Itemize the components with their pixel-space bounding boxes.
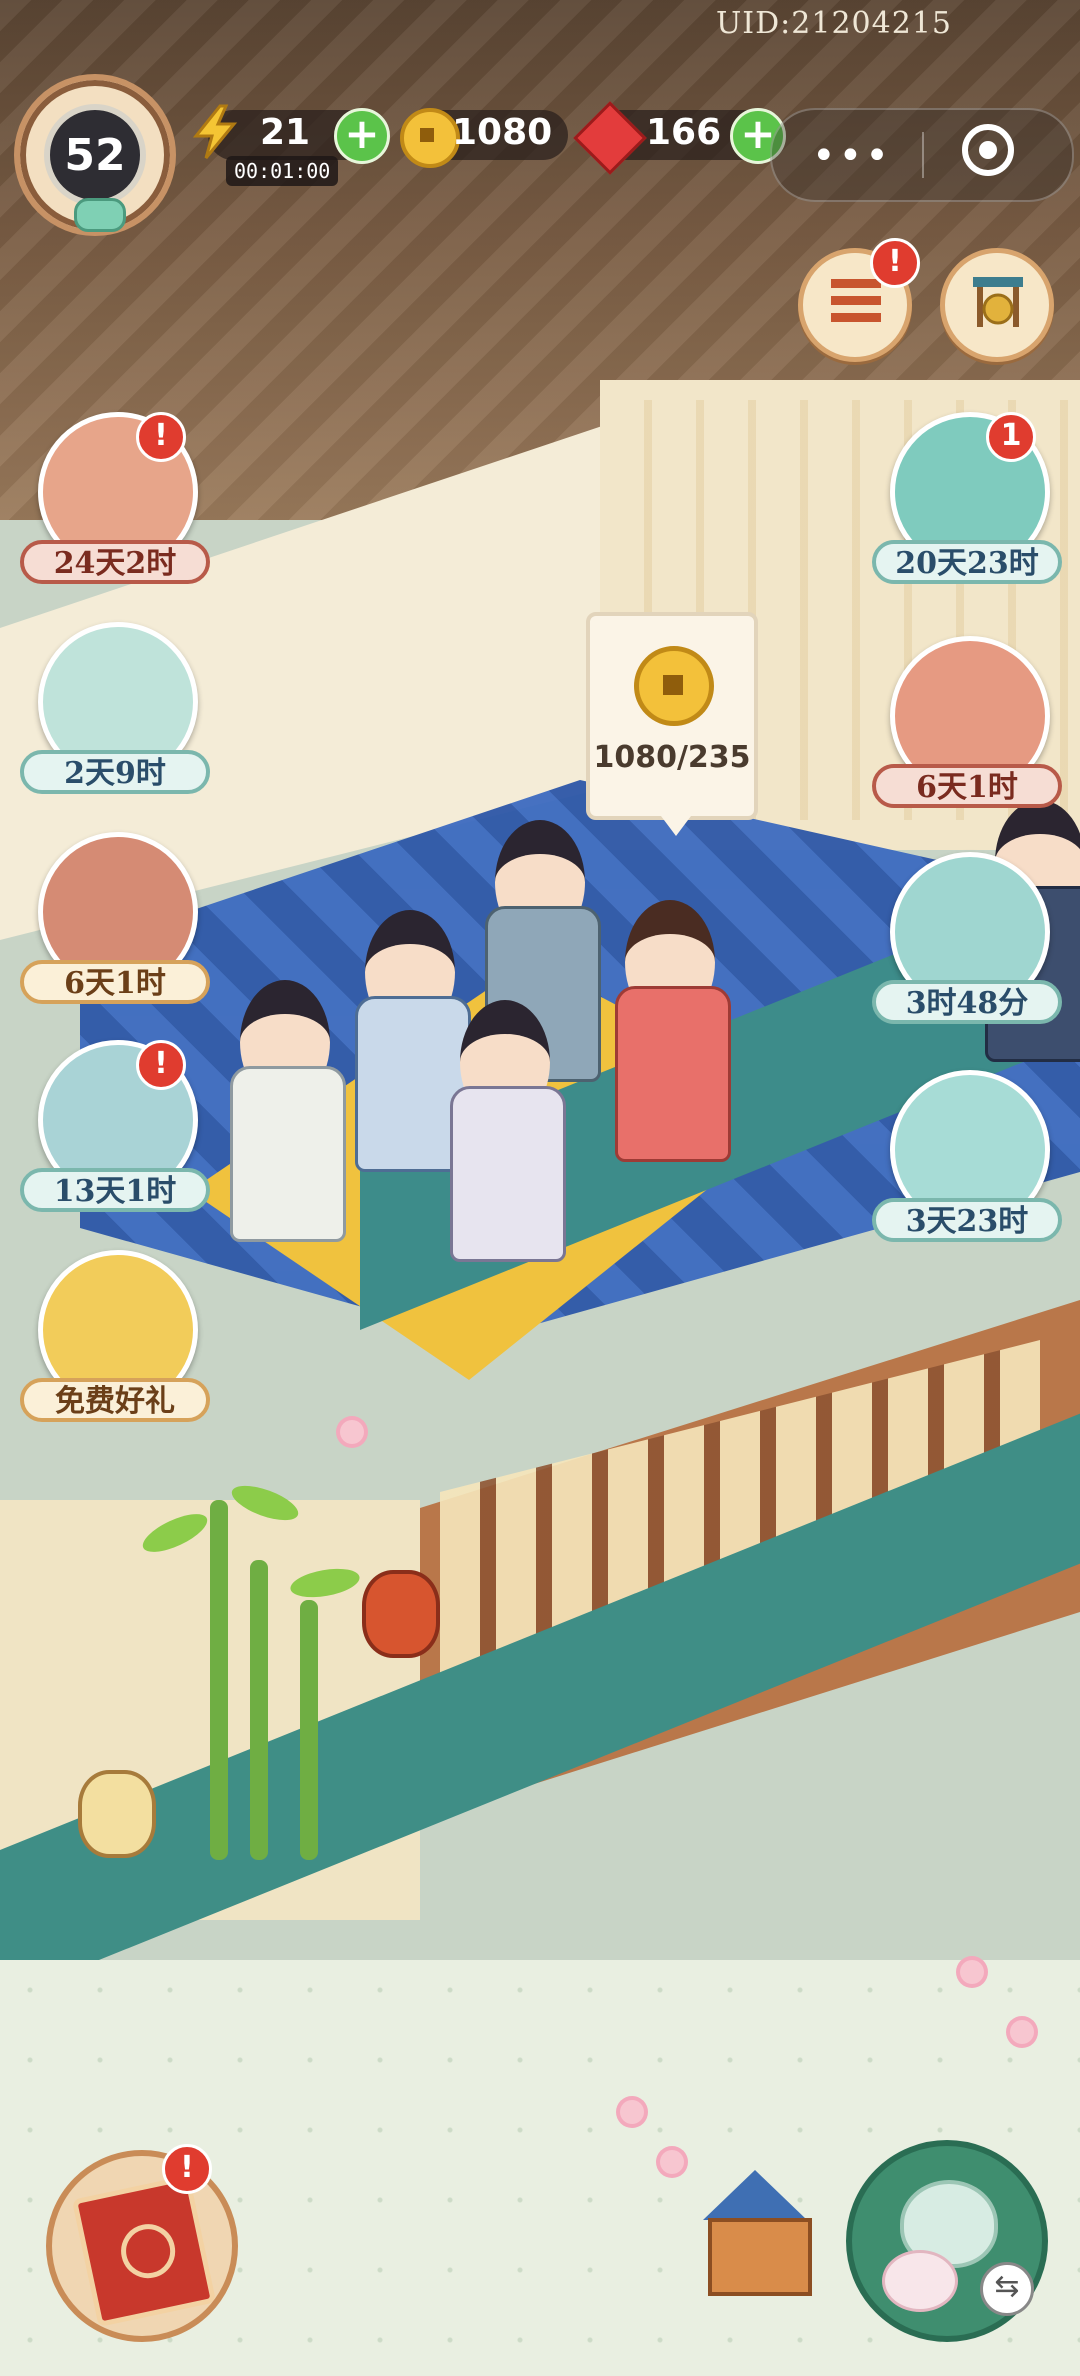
character-robe bbox=[450, 1086, 566, 1262]
bamboo-stalk bbox=[300, 1600, 318, 1860]
close-miniprogram-icon[interactable] bbox=[962, 124, 1014, 176]
coin-collect-bubble[interactable]: 1080/235 bbox=[586, 612, 758, 836]
event-timer-label: 24天2时 bbox=[20, 540, 210, 584]
free-gift-label: 免费好礼 bbox=[20, 1378, 210, 1422]
event-jade-chest[interactable]: 3时48分 bbox=[872, 852, 1062, 1052]
blossom bbox=[960, 1960, 984, 1984]
task-list-icon bbox=[831, 279, 881, 329]
jade-ornament-icon bbox=[74, 198, 126, 232]
player-level: 52 bbox=[64, 130, 126, 181]
energy-timer: 00:01:00 bbox=[226, 156, 339, 186]
task-list-alert-badge: ! bbox=[870, 238, 920, 288]
shop-house-icon bbox=[708, 2218, 812, 2296]
event-timer-label: 3天23时 bbox=[872, 1198, 1062, 1242]
uid-label: UID:21204215 bbox=[716, 6, 952, 41]
event-count-badge: 1 bbox=[986, 412, 1036, 462]
character-young[interactable] bbox=[440, 1000, 570, 1270]
event-timer-label: 13天1时 bbox=[20, 1168, 210, 1212]
blossom bbox=[620, 2100, 644, 2124]
event-timer-label: 3时48分 bbox=[872, 980, 1062, 1024]
bamboo-stalk bbox=[250, 1560, 268, 1860]
coin-collect-progress: 1080/235 bbox=[593, 740, 751, 775]
event-alert-badge: ! bbox=[136, 412, 186, 462]
level-circle: 52 bbox=[44, 104, 146, 206]
character-lady-red[interactable] bbox=[605, 900, 735, 1170]
capsule-divider bbox=[922, 132, 924, 178]
gong-icon bbox=[973, 277, 1023, 327]
event-timer-label: 6天1时 bbox=[20, 960, 210, 1004]
character-dress bbox=[615, 986, 731, 1162]
teapot-bunny-button[interactable]: ⇆ bbox=[846, 2140, 1048, 2342]
blossom bbox=[340, 1420, 364, 1444]
coin-icon bbox=[400, 108, 460, 168]
event-timer-label: 6天1时 bbox=[872, 764, 1062, 808]
event-timer-label: 2天9时 bbox=[20, 750, 210, 794]
player-level-badge[interactable]: 52 bbox=[14, 74, 176, 236]
more-options-icon[interactable]: ••• bbox=[812, 136, 892, 176]
coin-value: 1080 bbox=[452, 112, 553, 153]
energy-value: 21 bbox=[260, 112, 311, 153]
game-scene: UID:21204215 52 21 00:01:00 + 1080 166 +… bbox=[0, 0, 1080, 2376]
gong-button[interactable] bbox=[940, 248, 1054, 362]
storybook-alert-badge: ! bbox=[162, 2144, 212, 2194]
event-timer-label: 20天23时 bbox=[872, 540, 1062, 584]
event-tea-set[interactable]: 6天1时 bbox=[20, 832, 210, 1032]
gem-value: 166 bbox=[646, 112, 722, 153]
storybook-icon bbox=[71, 2174, 217, 2328]
blossom bbox=[1010, 2020, 1034, 2044]
character-robe bbox=[230, 1066, 346, 1242]
red-lantern bbox=[362, 1570, 440, 1658]
event-alert-badge: ! bbox=[136, 1040, 186, 1090]
event-lucky-cat[interactable]: 2天9时 bbox=[20, 622, 210, 822]
shop-house-roof-icon bbox=[703, 2170, 807, 2220]
swap-icon[interactable]: ⇆ bbox=[980, 2262, 1034, 2316]
lightning-icon bbox=[192, 104, 238, 159]
event-free-gift[interactable]: 免费好礼 bbox=[20, 1250, 210, 1450]
event-cat-giftbox[interactable]: 3天23时 bbox=[872, 1070, 1062, 1270]
character-glasses-scholar[interactable] bbox=[220, 980, 350, 1250]
event-fan-cat[interactable]: 6天1时 bbox=[872, 636, 1062, 836]
bamboo-stalk bbox=[210, 1500, 228, 1860]
add-energy-button[interactable]: + bbox=[334, 108, 390, 164]
miniprogram-capsule: ••• bbox=[770, 108, 1074, 202]
paper-lantern bbox=[78, 1770, 156, 1858]
coin-icon bbox=[634, 646, 714, 726]
bunny-icon bbox=[882, 2250, 958, 2312]
shop-house-button[interactable] bbox=[680, 2150, 830, 2310]
